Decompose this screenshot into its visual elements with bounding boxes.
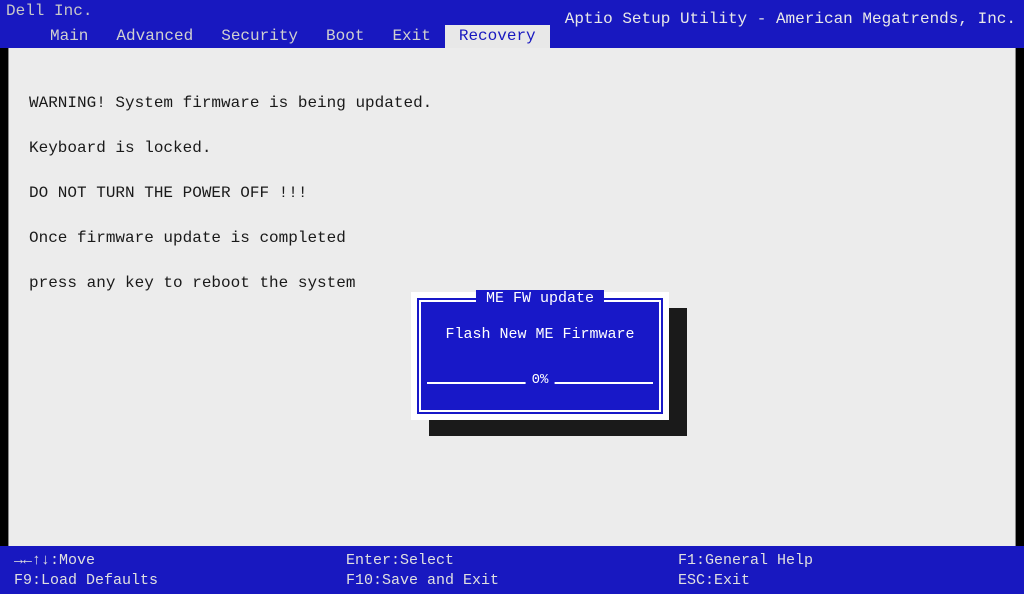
hint-saveexit: F10:Save and Exit [346,572,678,589]
me-fw-update-dialog: ME FW update Flash New ME Firmware 0% [411,292,669,420]
warning-line-1: WARNING! System firmware is being update… [29,92,995,114]
progress-bar: 0% [427,382,653,384]
progress-line: 0% [427,382,653,384]
dialog-title: ME FW update [476,290,604,307]
dialog-frame: ME FW update Flash New ME Firmware 0% [419,300,661,412]
tab-main[interactable]: Main [36,25,102,48]
vendor-label: Dell Inc. [6,2,92,20]
bios-footer: →←↑↓:Move Enter:Select F1:General Help F… [0,546,1024,594]
tab-bar: Main Advanced Security Boot Exit Recover… [36,25,550,48]
bios-content-panel: WARNING! System firmware is being update… [8,48,1016,546]
warning-line-2: Keyboard is locked. [29,137,995,159]
progress-percent: 0% [526,372,555,388]
tab-security[interactable]: Security [207,25,312,48]
hint-esc: ESC:Exit [678,572,1010,589]
dialog-body: Flash New ME Firmware [421,302,659,343]
tab-exit[interactable]: Exit [378,25,444,48]
tab-recovery[interactable]: Recovery [445,25,550,48]
warning-line-4: Once firmware update is completed [29,227,995,249]
utility-title: Aptio Setup Utility - American Megatrend… [565,10,1016,28]
tab-boot[interactable]: Boot [312,25,378,48]
hint-defaults: F9:Load Defaults [14,572,346,589]
hint-select: Enter:Select [346,552,678,569]
warning-line-3: DO NOT TURN THE POWER OFF !!! [29,182,995,204]
firmware-warning: WARNING! System firmware is being update… [29,70,995,316]
hint-move: →←↑↓:Move [14,552,346,569]
hint-help: F1:General Help [678,552,1010,569]
tab-advanced[interactable]: Advanced [102,25,207,48]
bios-header: Dell Inc. Aptio Setup Utility - American… [0,0,1024,48]
